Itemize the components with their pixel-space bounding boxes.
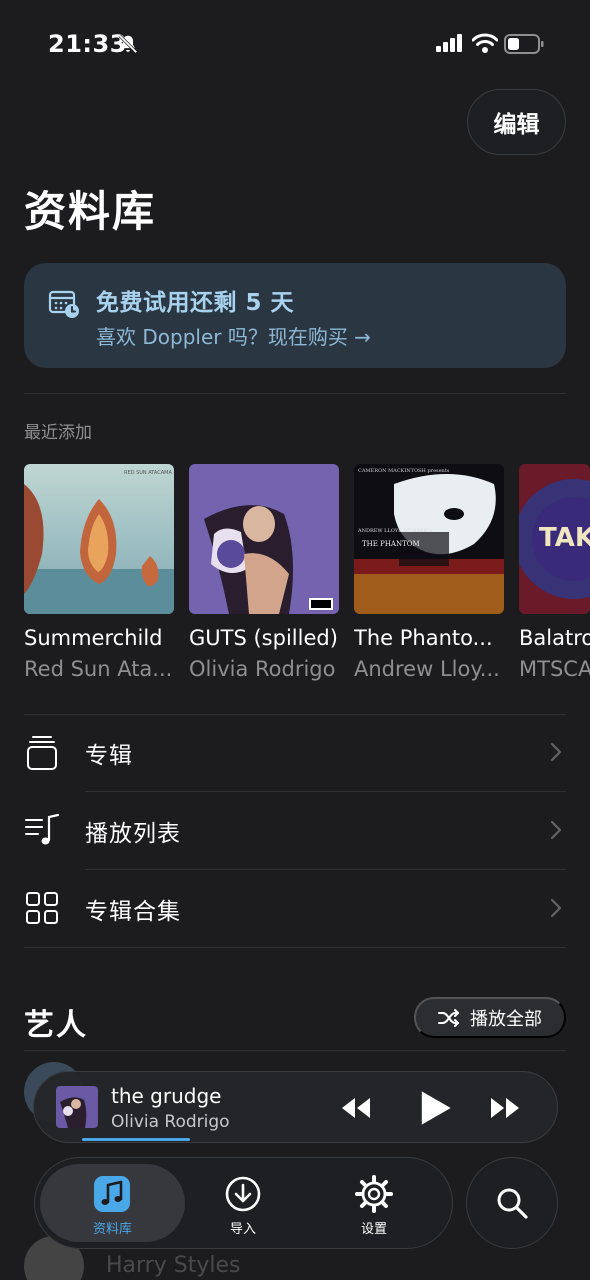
chevron-right-icon [550, 742, 562, 762]
play-all-label: 播放全部 [470, 1008, 542, 1029]
edit-button[interactable]: 编辑 [467, 89, 566, 155]
nav-row-albums[interactable]: 专辑 [24, 714, 566, 792]
album-card[interactable]: RED SUN ATACAMA Summerchild Red Sun Ata.… [24, 464, 176, 681]
album-cover: TAK [519, 464, 590, 614]
tab-label: 资料库 [92, 1222, 132, 1237]
download-icon [225, 1176, 261, 1212]
svg-text:TAK: TAK [539, 523, 590, 553]
playlist-icon [25, 813, 60, 845]
now-playing-artist: Olivia Rodrigo [111, 1112, 230, 1132]
tab-import[interactable]: 导入 [185, 1164, 301, 1242]
trial-banner[interactable]: 免费试用还剩 5 天 喜欢 Doppler 吗？现在购买 → [24, 263, 566, 368]
buy-now-link[interactable]: 喜欢 Doppler 吗？现在购买 → [96, 321, 371, 350]
music-note-icon [94, 1176, 130, 1212]
album-artist: Andrew Lloy... [354, 657, 500, 681]
album-title: The Phanto... [354, 626, 493, 650]
signal-icon [436, 34, 462, 52]
battery-icon [504, 34, 544, 54]
album-artist: Red Sun Ata... [24, 657, 173, 681]
nav-label: 专辑合集 [85, 899, 181, 925]
search-icon [497, 1188, 528, 1219]
nav-label: 播放列表 [85, 821, 181, 847]
tab-library[interactable]: 资料库 [40, 1164, 185, 1242]
bell-slash-icon [118, 34, 138, 54]
page-title: 资料库 [24, 187, 157, 236]
wifi-icon [472, 33, 498, 53]
nav-row-playlists[interactable]: 播放列表 [24, 792, 566, 870]
album-title: GUTS (spilled) [189, 626, 338, 650]
artist-name[interactable]: Harry Styles [106, 1253, 240, 1278]
album-cover [189, 464, 339, 614]
tab-label: 设置 [360, 1222, 387, 1237]
calendar-clock-icon [48, 290, 79, 318]
svg-text:ANDREW LLOYD WEBBER'S: ANDREW LLOYD WEBBER'S [357, 528, 433, 534]
now-playing-artwork [56, 1086, 98, 1128]
play-icon[interactable] [414, 1088, 454, 1128]
search-button[interactable] [466, 1157, 558, 1249]
nav-row-collections[interactable]: 专辑合集 [24, 870, 566, 948]
shuffle-icon [438, 1008, 459, 1027]
now-playing-title: the grudge [111, 1084, 222, 1108]
divider [24, 947, 566, 948]
album-cover: RED SUN ATACAMA [24, 464, 174, 614]
album-title: Summerchild [24, 626, 163, 650]
album-cover: CAMERON MACKINTOSH presents ANDREW LLOYD… [354, 464, 504, 614]
fast-forward-icon[interactable] [487, 1090, 523, 1126]
status-time: 21:33 [48, 30, 127, 58]
album-title: Balatro [519, 626, 590, 650]
album-artist: MTSCA [519, 657, 590, 681]
album-card[interactable]: TAK Balatro MTSCA [519, 464, 590, 681]
mini-player[interactable]: the grudge Olivia Rodrigo [33, 1071, 558, 1143]
chevron-right-icon [550, 898, 562, 918]
album-card[interactable]: GUTS (spilled) Olivia Rodrigo [189, 464, 341, 681]
recently-added-label: 最近添加 [24, 423, 92, 443]
album-artist: Olivia Rodrigo [189, 657, 336, 681]
play-all-button[interactable]: 播放全部 [414, 997, 566, 1038]
artists-title: 艺人 [24, 1008, 88, 1043]
tab-settings[interactable]: 设置 [311, 1164, 437, 1242]
gear-icon [355, 1175, 393, 1213]
playback-progress [82, 1138, 190, 1141]
divider [24, 393, 566, 394]
tab-bar: 资料库 导入 设置 [34, 1157, 453, 1249]
svg-text:THE PHANTOM: THE PHANTOM [362, 540, 420, 548]
tab-label: 导入 [229, 1222, 256, 1237]
trial-title: 免费试用还剩 5 天 [96, 290, 295, 316]
chevron-right-icon [550, 820, 562, 840]
grid-icon [26, 892, 58, 924]
divider [24, 1050, 566, 1051]
albums-stack-icon [27, 736, 57, 770]
rewind-icon[interactable] [338, 1090, 374, 1126]
status-bar: 21:33 [0, 0, 590, 90]
svg-text:RED SUN ATACAMA: RED SUN ATACAMA [124, 470, 172, 476]
nav-label: 专辑 [85, 743, 133, 769]
album-card[interactable]: CAMERON MACKINTOSH presents ANDREW LLOYD… [354, 464, 506, 681]
svg-text:CAMERON MACKINTOSH presents: CAMERON MACKINTOSH presents [358, 468, 450, 474]
